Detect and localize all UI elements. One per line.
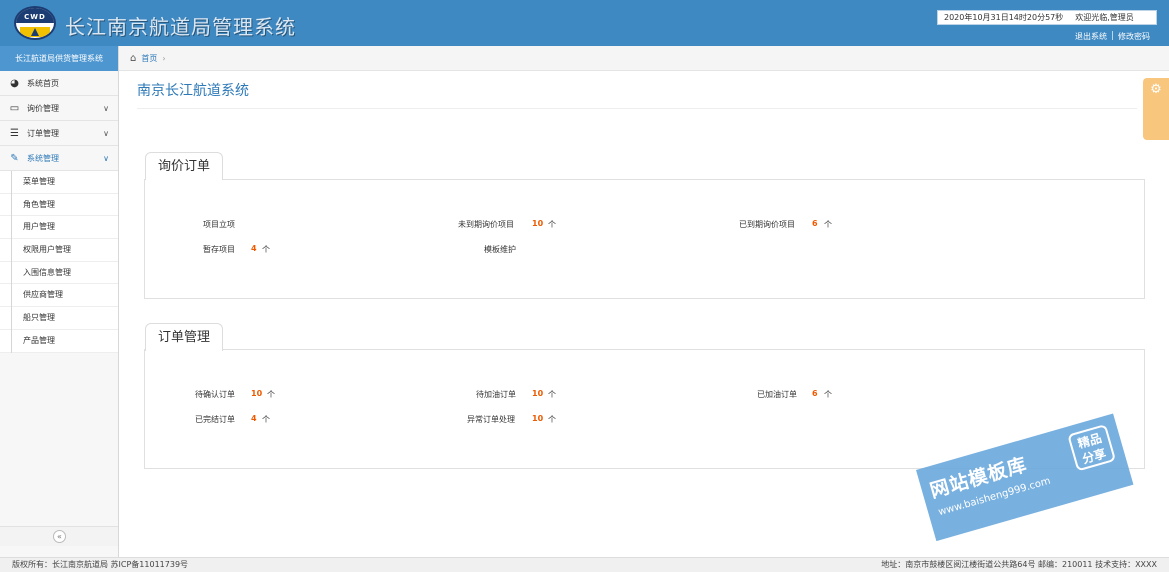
count-unit: 个 <box>548 415 556 424</box>
sidebar-item-label: 订单管理 <box>27 129 59 138</box>
completed-label[interactable]: 已完结订单 <box>195 414 235 425</box>
logout-link[interactable]: 退出系统 <box>1075 32 1107 41</box>
count-unit: 个 <box>548 390 556 399</box>
gear-icon: ⚙ <box>1150 82 1162 97</box>
submenu-item-role[interactable]: 角色管理 <box>0 193 118 217</box>
template-maintenance-link[interactable]: 模板维护 <box>484 244 516 255</box>
count-unit: 个 <box>262 415 270 424</box>
breadcrumb-separator: › <box>162 54 166 63</box>
footer: 版权所有：长江南京航道局 苏ICP备11011739号 地址：南京市鼓楼区阅江楼… <box>0 557 1169 572</box>
inquiry-panel <box>144 179 1145 299</box>
pending-refuel-count[interactable]: 10 <box>532 389 543 398</box>
completed-count[interactable]: 4 <box>251 414 257 423</box>
title-divider <box>137 108 1137 109</box>
count-unit: 个 <box>262 245 270 254</box>
pending-confirm-label[interactable]: 待确认订单 <box>195 389 235 400</box>
list-icon: ☰ <box>10 128 19 139</box>
submenu-item-supplier[interactable]: 供应商管理 <box>0 284 118 308</box>
not-due-inquiry-count[interactable]: 10 <box>532 219 543 228</box>
sidebar-item-label: 系统管理 <box>27 154 59 163</box>
copyright-text: 版权所有：长江南京航道局 苏ICP备11011739号 <box>12 560 189 569</box>
change-password-link[interactable]: 修改密码 <box>1118 32 1150 41</box>
sidebar: 长江航道局供货管理系统 ◕ 系统首页 ▭ 询价管理 ∨ ☰ 订单管理 ∨ ✎ 系… <box>0 46 119 557</box>
breadcrumb: ⌂ 首页 › <box>119 46 1169 71</box>
breadcrumb-home-link[interactable]: 首页 <box>141 54 157 63</box>
count-unit: 个 <box>824 220 832 229</box>
top-links: 退出系统 修改密码 <box>1075 31 1150 42</box>
inquiry-panel-tab: 询价订单 <box>145 152 224 180</box>
monitor-icon: ▭ <box>9 103 20 114</box>
sidebar-item-orders[interactable]: ☰ 订单管理 ∨ <box>0 121 118 146</box>
dashboard-icon: ◕ <box>10 78 19 89</box>
due-inquiry-label[interactable]: 已到期询价项目 <box>739 219 795 230</box>
refueled-count[interactable]: 6 <box>812 389 818 398</box>
sidebar-item-label: 系统首页 <box>27 79 59 88</box>
chevron-down-icon: ∨ <box>103 129 109 138</box>
chevron-down-icon: ∨ <box>103 104 109 113</box>
welcome-text: 欢迎光临,管理员 <box>1075 13 1134 22</box>
sidebar-title: 长江航道局供货管理系统 <box>0 46 118 71</box>
page-title: 南京长江航道系统 <box>137 83 249 99</box>
sidebar-collapse-bar: « <box>0 526 118 546</box>
count-unit: 个 <box>548 220 556 229</box>
sidebar-item-label: 询价管理 <box>27 104 59 113</box>
logo-text: CWD <box>24 13 46 21</box>
exception-order-label[interactable]: 异常订单处理 <box>467 414 515 425</box>
submenu-item-product[interactable]: 产品管理 <box>0 329 118 353</box>
sidebar-item-inquiry[interactable]: ▭ 询价管理 ∨ <box>0 96 118 121</box>
refueled-label[interactable]: 已加油订单 <box>757 389 797 400</box>
submenu-item-vessel[interactable]: 船只管理 <box>0 307 118 330</box>
sidebar-item-system[interactable]: ✎ 系统管理 ∨ <box>0 146 118 171</box>
due-inquiry-count[interactable]: 6 <box>812 219 818 228</box>
logo: CWD <box>14 6 56 40</box>
settings-tab[interactable]: ⚙ <box>1143 78 1169 140</box>
address-text: 地址：南京市鼓楼区阅江楼街道公共路64号 邮编：210011 技术支持：XXXX <box>881 560 1157 569</box>
edit-icon: ✎ <box>10 153 19 164</box>
home-icon: ⌂ <box>130 53 137 64</box>
watermark-badge: 精品 分享 <box>1067 423 1117 472</box>
count-unit: 个 <box>267 390 275 399</box>
system-submenu: 菜单管理 角色管理 用户管理 权限用户管理 入围信息管理 供应商管理 船只管理 … <box>0 171 118 353</box>
submenu-item-user[interactable]: 用户管理 <box>0 216 118 240</box>
count-unit: 个 <box>824 390 832 399</box>
draft-project-label[interactable]: 暂存项目 <box>203 244 235 255</box>
submenu-item-shortlist-info[interactable]: 入围信息管理 <box>0 261 118 285</box>
pending-refuel-label[interactable]: 待加油订单 <box>476 389 516 400</box>
not-due-inquiry-label[interactable]: 未到期询价项目 <box>458 219 514 230</box>
submenu-item-permission-user[interactable]: 权限用户管理 <box>0 239 118 262</box>
submenu-item-menu[interactable]: 菜单管理 <box>0 171 118 194</box>
top-header: CWD 长江南京航道局管理系统 2020年10月31日14时20分57秒 欢迎光临… <box>0 0 1169 46</box>
current-datetime: 2020年10月31日14时20分57秒 <box>944 13 1064 22</box>
pending-confirm-count[interactable]: 10 <box>251 389 262 398</box>
project-setup-link[interactable]: 项目立项 <box>203 219 235 230</box>
system-title: 长江南京航道局管理系统 <box>65 15 296 39</box>
sidebar-item-home[interactable]: ◕ 系统首页 <box>0 71 118 96</box>
orders-panel-tab: 订单管理 <box>145 323 224 351</box>
exception-order-count[interactable]: 10 <box>532 414 543 423</box>
collapse-sidebar-button[interactable]: « <box>53 530 66 543</box>
draft-project-count[interactable]: 4 <box>251 244 257 253</box>
datetime-welcome-box: 2020年10月31日14时20分57秒 欢迎光临,管理员 <box>937 10 1157 25</box>
chevron-down-icon: ∨ <box>103 154 109 163</box>
